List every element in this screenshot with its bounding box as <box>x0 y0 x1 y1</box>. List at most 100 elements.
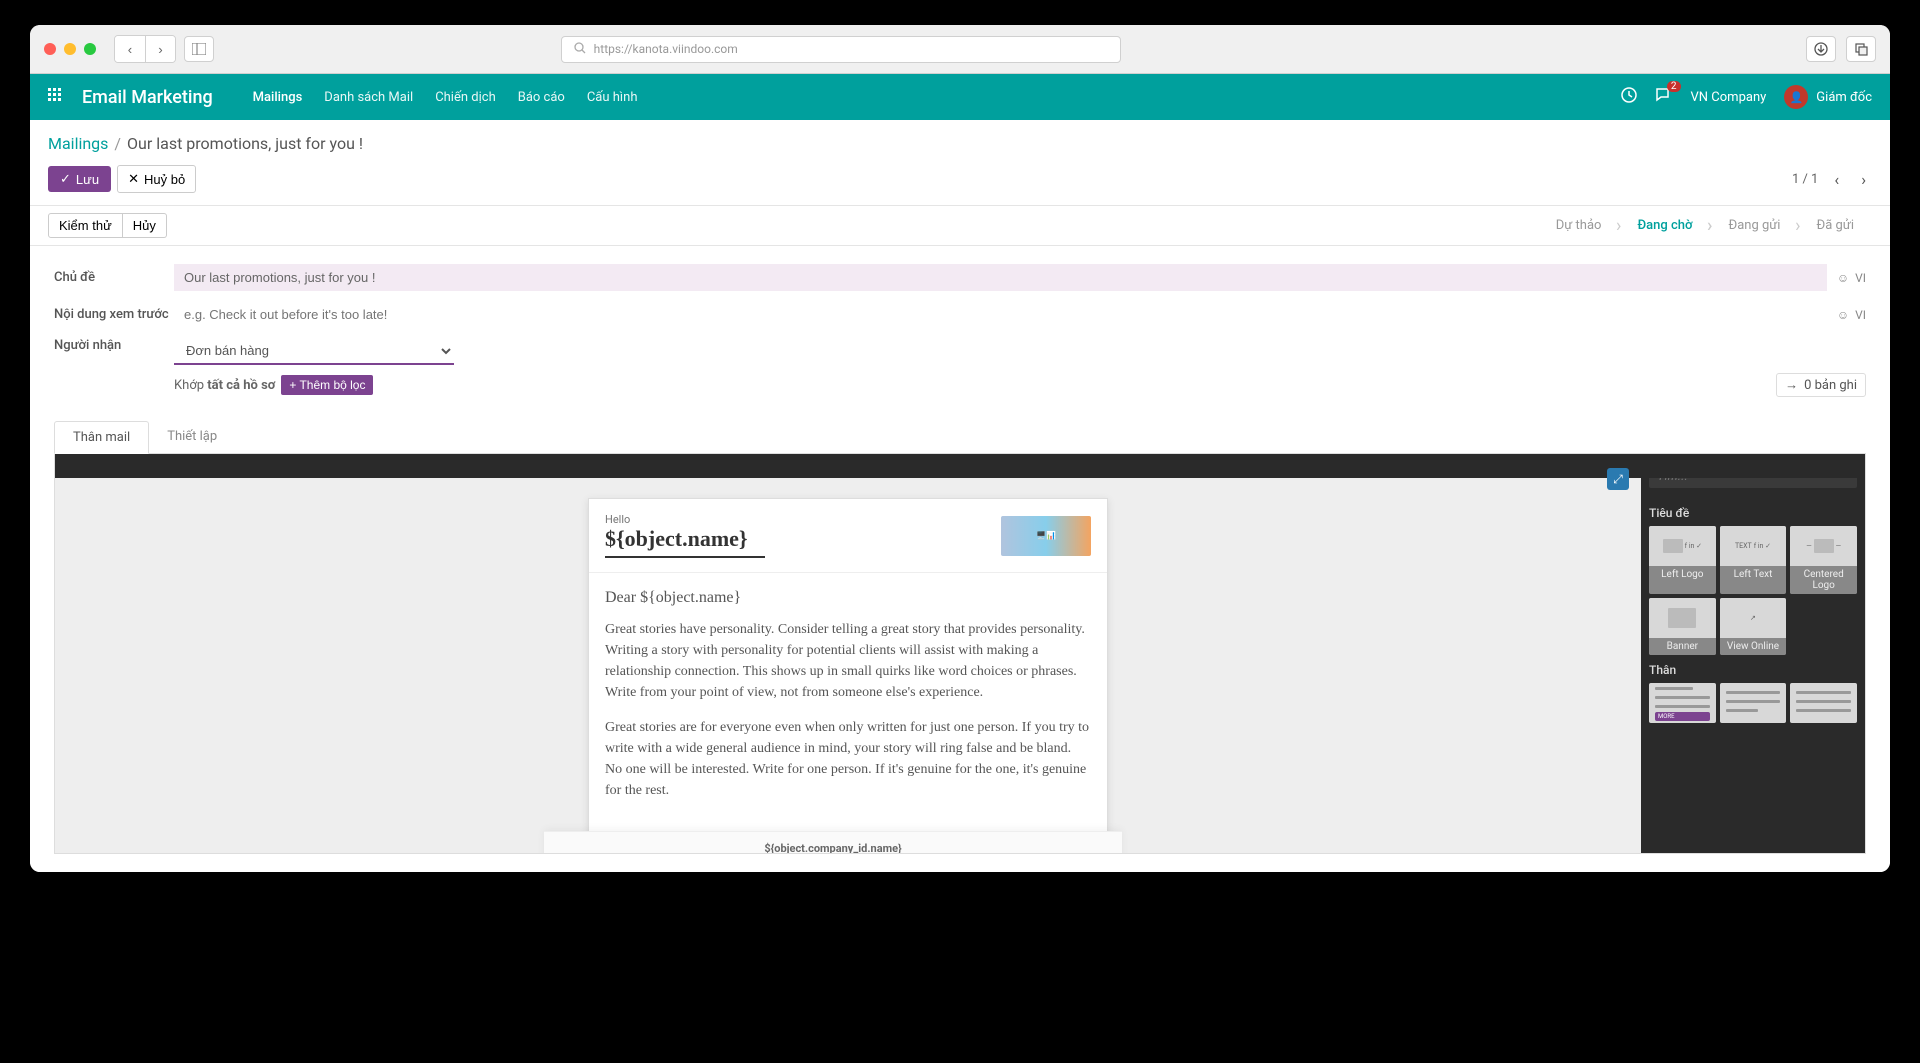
status-draft[interactable]: Dự thảo <box>1538 210 1620 241</box>
test-button[interactable]: Kiểm thử <box>48 213 123 238</box>
editor-topbar <box>55 454 1865 478</box>
header-blocks-grid: f in ✓ Left Logo TEXTf in ✓ Left Text ——… <box>1649 526 1857 655</box>
lang-label: VI <box>1855 271 1866 285</box>
recipient-model-select[interactable]: Đơn bán hàng <box>174 338 454 365</box>
breadcrumb-root[interactable]: Mailings <box>48 134 108 153</box>
subject-lang[interactable]: ☺ VI <box>1837 271 1866 285</box>
top-nav: Mailings Danh sách Mail Chiến dịch Báo c… <box>253 90 638 105</box>
recipients-row: Người nhận Đơn bán hàng Khớp tất cả hồ s… <box>54 338 1866 397</box>
forward-button[interactable]: › <box>145 36 175 62</box>
apps-icon[interactable] <box>48 88 62 106</box>
email-header-text: Hello ${object.name} <box>605 513 1001 558</box>
block-centered-logo[interactable]: —— Centered Logo <box>1790 526 1857 594</box>
subject-input[interactable] <box>174 264 1827 291</box>
tab-body[interactable]: Thân mail <box>54 421 149 454</box>
header-right: 2 VN Company 👤 Giám đốc <box>1621 85 1872 109</box>
sub-button-group: Kiểm thử Hủy <box>48 213 167 238</box>
breadcrumb: Mailings / Our last promotions, just for… <box>30 120 1890 161</box>
close-window-icon[interactable] <box>44 43 56 55</box>
app-window: ‹ › https://kanota.viindoo.com Email Mar… <box>30 25 1890 872</box>
status-sent[interactable]: Đã gửi <box>1798 210 1872 241</box>
block-label: Left Logo <box>1649 566 1716 583</box>
email-p2: Great stories are for everyone even when… <box>605 717 1091 801</box>
url-text: https://kanota.viindoo.com <box>594 42 738 56</box>
preview-input[interactable] <box>174 301 1827 328</box>
subject-row: Chủ đề ☺ VI <box>54 264 1866 291</box>
block-panel: Tiêu đề f in ✓ Left Logo TEXTf in ✓ Left… <box>1641 454 1865 853</box>
pager-prev[interactable]: ‹ <box>1828 166 1845 193</box>
block-body-3[interactable] <box>1790 683 1857 723</box>
block-view-online[interactable]: ↗ View Online <box>1720 598 1787 655</box>
downloads-icon[interactable] <box>1806 36 1836 62</box>
block-left-text[interactable]: TEXTf in ✓ Left Text <box>1720 526 1787 594</box>
minimize-window-icon[interactable] <box>64 43 76 55</box>
check-icon: ✓ <box>60 171 71 187</box>
email-header-block[interactable]: Hello ${object.name} 🖥️📊 <box>589 499 1107 573</box>
record-count-text: 0 bản ghi <box>1804 378 1857 393</box>
section-header-title: Tiêu đề <box>1649 506 1857 520</box>
discard-label: Huỷ bỏ <box>144 172 185 187</box>
discard-button[interactable]: ✕ Huỷ bỏ <box>117 165 196 193</box>
status-sending[interactable]: Đang gửi <box>1710 210 1798 241</box>
image-icon <box>1663 539 1683 553</box>
status-bar: Dự thảo Đang chờ Đang gửi Đã gửi <box>1538 210 1872 241</box>
company-name[interactable]: VN Company <box>1691 90 1767 105</box>
app-title: Email Marketing <box>82 87 213 108</box>
chrome-right <box>1806 36 1876 62</box>
email-header-image[interactable]: 🖥️📊 <box>1001 516 1091 556</box>
tabs: Thân mail Thiết lập <box>54 421 1866 454</box>
email-body-block[interactable]: Dear ${object.name} Great stories have p… <box>589 573 1107 831</box>
expand-icon[interactable]: ⤢ <box>1607 468 1629 490</box>
back-button[interactable]: ‹ <box>115 36 145 62</box>
browser-chrome: ‹ › https://kanota.viindoo.com <box>30 25 1890 74</box>
block-left-logo[interactable]: f in ✓ Left Logo <box>1649 526 1716 594</box>
status-queue[interactable]: Đang chờ <box>1619 210 1710 241</box>
footer-company-name: ${object.company_id.name} <box>560 842 1106 853</box>
copy-tab-icon[interactable] <box>1846 36 1876 62</box>
close-icon: ✕ <box>128 171 139 187</box>
image-icon <box>1814 539 1834 553</box>
nav-campaigns[interactable]: Chiến dịch <box>435 90 496 105</box>
pager-text: 1 / 1 <box>1792 172 1818 187</box>
recipients-label: Người nhận <box>54 338 174 353</box>
email-footer-block[interactable]: ${object.company_id.name} ${object.compa… <box>544 831 1122 853</box>
user-menu[interactable]: 👤 Giám đốc <box>1784 85 1872 109</box>
pager-next[interactable]: › <box>1855 166 1872 193</box>
pager: 1 / 1 ‹ › <box>1792 166 1872 193</box>
block-body-1[interactable]: MORE <box>1649 683 1716 723</box>
block-label: Left Text <box>1720 566 1787 583</box>
nav-reports[interactable]: Báo cáo <box>518 90 565 105</box>
block-label: Centered Logo <box>1790 566 1857 594</box>
block-body-2[interactable] <box>1720 683 1787 723</box>
tab-settings[interactable]: Thiết lập <box>149 421 235 453</box>
save-button[interactable]: ✓ Lưu <box>48 166 111 192</box>
maximize-window-icon[interactable] <box>84 43 96 55</box>
email-p1: Great stories have personality. Consider… <box>605 619 1091 703</box>
preview-lang[interactable]: ☺ VI <box>1837 308 1866 322</box>
nav-mailings[interactable]: Mailings <box>253 90 303 105</box>
nav-lists[interactable]: Danh sách Mail <box>324 90 413 105</box>
sub-action-bar: Kiểm thử Hủy Dự thảo Đang chờ Đang gửi Đ… <box>30 206 1890 246</box>
activity-icon[interactable] <box>1621 87 1637 107</box>
save-label: Lưu <box>76 172 99 187</box>
block-banner[interactable]: Banner <box>1649 598 1716 655</box>
add-filter-button[interactable]: + Thêm bộ lọc <box>281 375 373 395</box>
breadcrumb-current: Our last promotions, just for you ! <box>127 134 363 153</box>
body-blocks-grid: MORE <box>1649 683 1857 723</box>
preview-input-wrap: ☺ VI <box>174 301 1866 328</box>
subject-label: Chủ đề <box>54 270 174 285</box>
cancel-button[interactable]: Hủy <box>123 213 167 238</box>
record-count[interactable]: → 0 bản ghi <box>1776 373 1866 397</box>
email-canvas[interactable]: Hello ${object.name} 🖥️📊 Dear ${object.n… <box>588 498 1108 853</box>
preview-label: Nội dung xem trước <box>54 307 174 322</box>
email-object-name: ${object.name} <box>605 526 1001 552</box>
nav-config[interactable]: Cấu hình <box>587 90 638 105</box>
traffic-lights <box>44 43 96 55</box>
url-bar[interactable]: https://kanota.viindoo.com <box>561 36 1121 63</box>
editor-canvas-area[interactable]: Hello ${object.name} 🖥️📊 Dear ${object.n… <box>55 454 1641 853</box>
messages-icon[interactable]: 2 <box>1655 87 1673 107</box>
block-label: View Online <box>1720 638 1787 655</box>
recipients-content: Đơn bán hàng Khớp tất cả hồ sơ + Thêm bộ… <box>174 338 1866 397</box>
sidebar-toggle-icon[interactable] <box>184 36 214 62</box>
search-icon <box>574 42 586 57</box>
